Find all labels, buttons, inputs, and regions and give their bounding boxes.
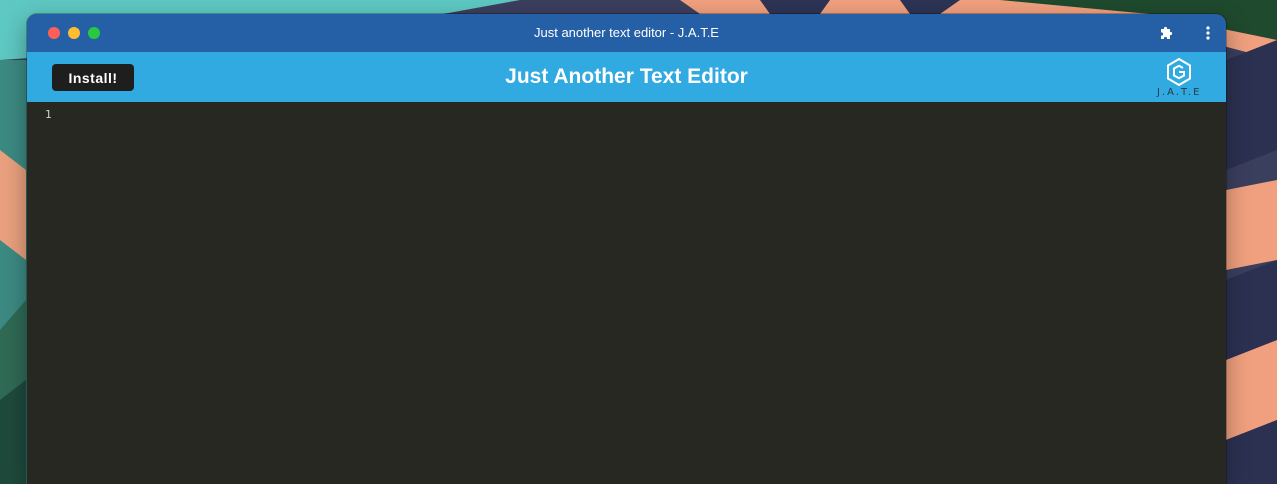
app-title: Just Another Text Editor bbox=[505, 65, 748, 88]
browser-window: Just another text editor - J.A.T.E Insta… bbox=[27, 14, 1226, 484]
window-title: Just another text editor - J.A.T.E bbox=[534, 25, 719, 40]
app-header: Install! Just Another Text Editor J.A.T.… bbox=[27, 52, 1226, 102]
code-editor[interactable]: 1 bbox=[27, 102, 1226, 484]
line-number: 1 bbox=[45, 108, 52, 121]
jate-logo: J.A.T.E bbox=[1157, 56, 1201, 100]
puzzle-icon[interactable] bbox=[1159, 25, 1175, 41]
logo-text: J.A.T.E bbox=[1157, 87, 1202, 98]
window-titlebar: Just another text editor - J.A.T.E bbox=[27, 14, 1226, 52]
jate-logo-icon bbox=[1167, 58, 1191, 86]
kebab-menu-icon[interactable] bbox=[1200, 25, 1216, 41]
